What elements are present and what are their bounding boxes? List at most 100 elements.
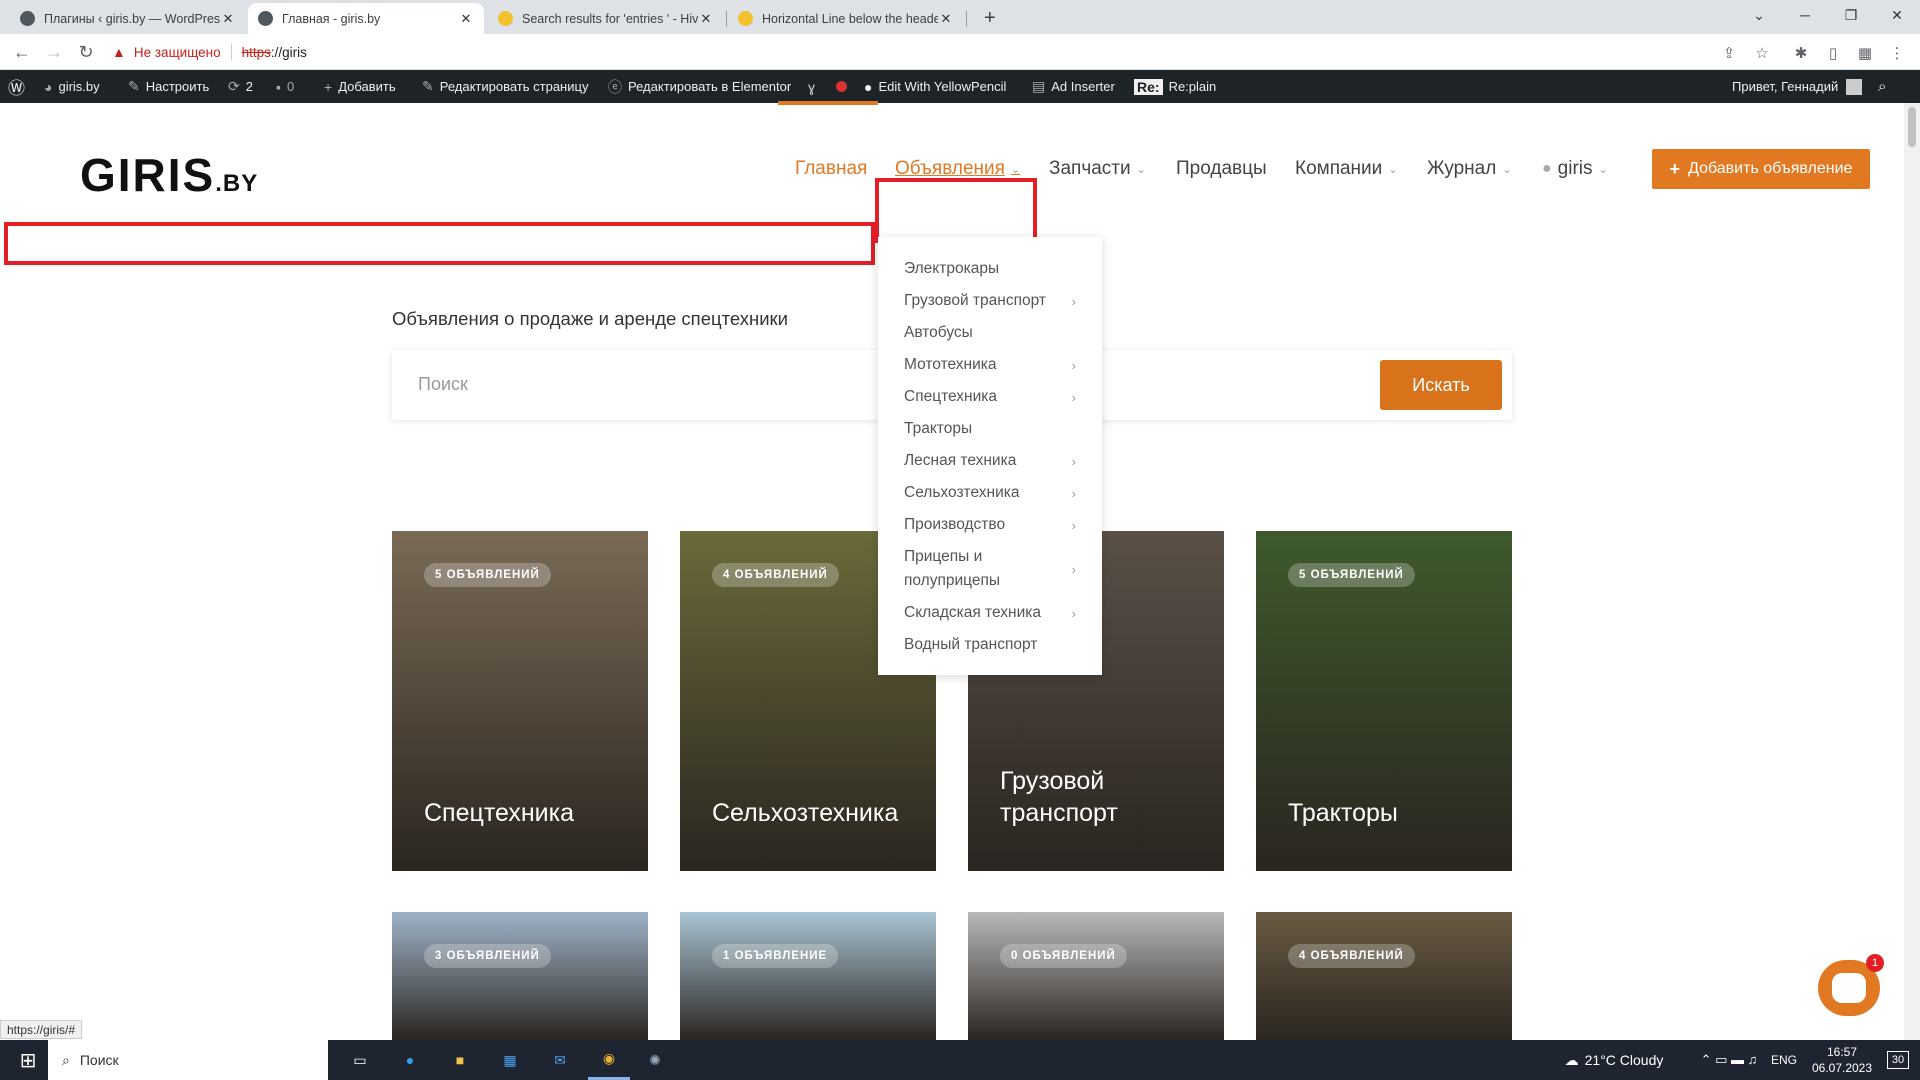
browser-tab-strip: Плагины ‹ giris.by — WordPress ✕ Главная… xyxy=(0,0,1920,34)
extensions-icon[interactable]: ✱ xyxy=(1790,42,1812,64)
weather-widget[interactable]: ☁ 21°C Cloudy xyxy=(1534,1040,1694,1080)
edit-page-label: Редактировать страницу xyxy=(439,79,589,94)
close-icon[interactable]: ✕ xyxy=(458,11,474,27)
menu-item[interactable]: Мототехника › xyxy=(878,349,1102,381)
category-card[interactable]: 0 ОБЪЯВЛЕНИЙ xyxy=(968,912,1224,1040)
warning-icon: ▲ xyxy=(112,44,126,60)
task-view-icon[interactable]: ▭ xyxy=(340,1040,380,1080)
search-icon[interactable]: ⌕ xyxy=(1878,70,1886,103)
nav-item-home[interactable]: Главная xyxy=(795,158,867,180)
site-logo[interactable]: GIRIS.BY xyxy=(80,148,258,202)
menu-item[interactable]: Водный транспорт xyxy=(878,629,1102,661)
tab-horizontal-line[interactable]: Horizontal Line below the header ✕ xyxy=(728,3,964,34)
nav-label: Запчасти xyxy=(1049,158,1131,179)
page-scrollbar[interactable] xyxy=(1904,103,1920,1040)
mail-icon[interactable]: ✉ xyxy=(540,1040,580,1080)
taskbar-search-box[interactable]: ⌕ Поиск xyxy=(48,1040,328,1080)
restore-icon[interactable]: ❐ xyxy=(1828,0,1874,30)
category-card[interactable]: 3 ОБЪЯВЛЕНИЙ xyxy=(392,912,648,1040)
menu-item[interactable]: Автобусы xyxy=(878,317,1102,349)
updates-link[interactable]: ⟳ 2 xyxy=(228,70,253,103)
customize-link[interactable]: ✎ Настроить xyxy=(128,70,209,103)
file-explorer-icon[interactable]: ■ xyxy=(440,1040,480,1080)
nav-item-sellers[interactable]: Продавцы xyxy=(1176,158,1267,180)
nav-item-listings[interactable]: Объявления ⌄ xyxy=(895,158,1020,180)
bookmark-star-icon[interactable]: ☆ xyxy=(1751,42,1773,64)
greeting-label: Привет, Геннадий xyxy=(1732,79,1839,94)
back-icon[interactable]: ← xyxy=(10,40,34,64)
menu-item[interactable]: Электрокары xyxy=(878,253,1102,285)
ad-inserter-link[interactable]: ▤ Ad Inserter xyxy=(1032,70,1115,103)
menu-item[interactable]: Лесная техника › xyxy=(878,445,1102,477)
scrollbar-thumb[interactable] xyxy=(1908,107,1916,147)
listings-dropdown-menu: Электрокары Грузовой транспорт › Автобусы… xyxy=(878,237,1102,675)
search-input[interactable]: Поиск xyxy=(418,374,468,395)
weather-label: 21°C Cloudy xyxy=(1584,1052,1664,1068)
menu-item[interactable]: Производство › xyxy=(878,509,1102,541)
edit-page-link[interactable]: ✎ Редактировать страницу xyxy=(422,70,588,103)
nav-item-user[interactable]: ● giris ⌄ xyxy=(1542,158,1608,180)
category-card[interactable]: 1 ОБЪЯВЛЕНИЕ xyxy=(680,912,936,1040)
menu-item-label: Лесная техника xyxy=(904,452,1017,469)
extension-grid-icon[interactable]: ▦ xyxy=(1854,42,1876,64)
clock-date: 06.07.2023 xyxy=(1811,1061,1873,1075)
menu-item[interactable]: Складская техника › xyxy=(878,597,1102,629)
search-button[interactable]: Искать xyxy=(1380,360,1502,410)
menu-item[interactable]: Сельхозтехника › xyxy=(878,477,1102,509)
category-card[interactable]: 5 ОБЪЯВЛЕНИЙ Спецтехника xyxy=(392,531,648,871)
close-icon[interactable]: ✕ xyxy=(938,11,954,27)
store-icon[interactable]: ▦ xyxy=(490,1040,530,1080)
yoast-icon[interactable]: ɣ xyxy=(808,70,821,103)
new-tab-button[interactable]: + xyxy=(974,3,1000,34)
menu-item-label: Грузовой транспорт xyxy=(904,292,1046,309)
wordpress-icon xyxy=(20,11,35,26)
nav-label: Журнал xyxy=(1427,158,1497,179)
minimize-icon[interactable]: ─ xyxy=(1782,0,1828,30)
logo-suffix: .BY xyxy=(215,170,259,197)
forward-icon[interactable]: → xyxy=(42,40,66,64)
app-icon[interactable]: ✺ xyxy=(634,1040,676,1080)
yellowpencil-link[interactable]: ● Edit With YellowPencil xyxy=(864,70,1006,103)
add-new-link[interactable]: + Добавить xyxy=(324,70,396,103)
chrome-icon[interactable]: ◉ xyxy=(588,1040,630,1080)
edit-elementor-link[interactable]: ⓔ Редактировать в Elementor xyxy=(608,70,791,103)
replain-link[interactable]: Re: Re:plain xyxy=(1134,70,1216,103)
account-link[interactable]: Привет, Геннадий xyxy=(1732,70,1863,103)
category-card[interactable]: 5 ОБЪЯВЛЕНИЙ Тракторы xyxy=(1256,531,1512,871)
tab-home[interactable]: Главная - giris.by ✕ xyxy=(248,3,484,34)
close-icon[interactable]: ✕ xyxy=(698,11,714,27)
menu-item[interactable]: Прицепы и полуприцепы › xyxy=(878,541,1102,597)
share-icon[interactable]: ⇪ xyxy=(1718,42,1740,64)
tab-plugins[interactable]: Плагины ‹ giris.by — WordPress ✕ xyxy=(10,3,246,34)
customize-label: Настроить xyxy=(145,79,210,94)
category-title: Тракторы xyxy=(1288,799,1398,827)
menu-item[interactable]: Тракторы xyxy=(878,413,1102,445)
notification-center-icon[interactable]: 30 xyxy=(1880,1040,1916,1080)
site-name-link[interactable]: ◕ giris.by xyxy=(44,70,100,103)
category-card[interactable]: 4 ОБЪЯВЛЕНИЙ xyxy=(1256,912,1512,1040)
menu-item[interactable]: Грузовой транспорт › xyxy=(878,285,1102,317)
side-panel-icon[interactable]: ▯ xyxy=(1822,42,1844,64)
nav-item-journal[interactable]: Журнал ⌄ xyxy=(1427,158,1512,180)
tab-hive-search[interactable]: Search results for 'entries ' - Hive ✕ xyxy=(488,3,724,34)
menu-item[interactable]: Спецтехника › xyxy=(878,381,1102,413)
windows-start-icon[interactable]: ⊞ xyxy=(8,1040,48,1080)
add-listing-button[interactable]: + Добавить объявление xyxy=(1652,149,1870,189)
reload-icon[interactable]: ↻ xyxy=(74,40,98,64)
nav-item-parts[interactable]: Запчасти ⌄ xyxy=(1049,158,1146,180)
close-icon[interactable]: ✕ xyxy=(220,11,236,27)
language-indicator[interactable]: ENG xyxy=(1764,1040,1804,1080)
address-bar[interactable]: ▲ Не защищено https ://giris xyxy=(112,38,1792,66)
nav-label: Компании xyxy=(1295,158,1383,179)
comments-link[interactable]: ▪ 0 xyxy=(276,70,294,103)
clock-time: 16:57 xyxy=(1826,1045,1858,1059)
tab-search-icon[interactable]: ⌄ xyxy=(1736,0,1782,30)
wordpress-logo-icon[interactable]: Ⓦ xyxy=(8,70,31,103)
close-window-icon[interactable]: ✕ xyxy=(1874,0,1920,30)
edge-icon[interactable]: ● xyxy=(390,1040,430,1080)
clock[interactable]: 16:57 06.07.2023 xyxy=(1802,1040,1882,1080)
chat-widget-button[interactable]: 1 xyxy=(1818,954,1884,1016)
menu-kebab-icon[interactable]: ⋮ xyxy=(1886,42,1908,64)
nav-item-companies[interactable]: Компании ⌄ xyxy=(1295,158,1398,180)
link-status-tooltip: https://giris/# xyxy=(0,1020,83,1039)
